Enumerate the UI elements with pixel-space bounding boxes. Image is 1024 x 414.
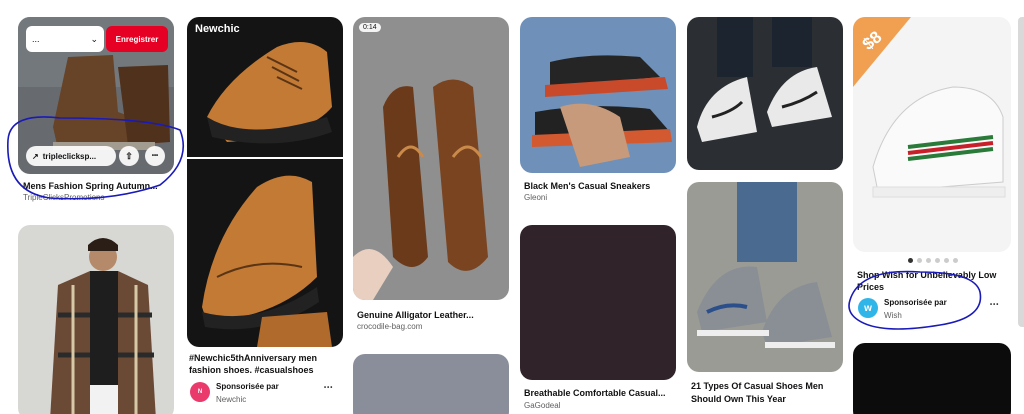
pin-title-line2[interactable]: fashion shoes. #casualshoes <box>189 365 314 376</box>
pin-title[interactable]: Breathable Comfortable Casual... <box>524 388 666 399</box>
share-icon: ⇧ <box>125 150 133 161</box>
newchic-shoes-image <box>187 17 343 347</box>
more-options-button[interactable]: ••• <box>990 302 999 308</box>
advertiser-name[interactable]: Wish <box>884 311 902 320</box>
pin-title[interactable]: Black Men's Casual Sneakers <box>524 181 650 192</box>
pin-source[interactable]: TripleClicksPromotions <box>23 193 105 202</box>
gray-sneakers-image <box>687 182 843 372</box>
pin-dark-placeholder[interactable] <box>520 225 676 380</box>
carousel-dot[interactable] <box>926 258 931 263</box>
pin-placeholder-gray[interactable] <box>353 354 509 414</box>
pin-title-line1[interactable]: 21 Types Of Casual Shoes Men <box>691 381 823 392</box>
sponsored-label: Sponsorisée par <box>884 298 947 307</box>
carousel-dot-active[interactable] <box>908 258 913 263</box>
save-button[interactable]: Enregistrer <box>106 26 168 52</box>
pin-white-nike-sneakers[interactable] <box>687 17 843 170</box>
plaid-coat-image <box>18 225 174 414</box>
pin-title-line2[interactable]: Should Own This Year <box>691 394 786 405</box>
pin-wish-sneakers[interactable]: $8 <box>853 17 1011 252</box>
arrow-up-right-icon: ↗ <box>32 151 39 161</box>
board-select-dropdown[interactable]: ... ⌄ <box>26 26 104 52</box>
carousel-dot[interactable] <box>953 258 958 263</box>
pin-title-line2[interactable]: Prices <box>857 282 884 293</box>
pin-title[interactable]: Mens Fashion Spring Autumn... <box>23 181 158 192</box>
pin-boots-hovered[interactable]: ... ⌄ Enregistrer ↗ tripleclicksp... ⇧ •… <box>18 17 174 174</box>
pin-title-line1[interactable]: #Newchic5thAnniversary men <box>189 353 317 364</box>
white-sneakers-image <box>687 17 843 170</box>
pin-link-button[interactable]: ↗ tripleclicksp... <box>26 146 116 166</box>
loafers-image <box>353 17 509 300</box>
carousel-dot[interactable] <box>935 258 940 263</box>
board-select-value: ... <box>32 34 40 44</box>
brand-watermark: Newchic <box>195 23 240 35</box>
wish-sneakers-image <box>853 17 1011 252</box>
advertiser-name[interactable]: Newchic <box>216 395 246 404</box>
carousel-dot[interactable] <box>917 258 922 263</box>
pin-newchic-shoes[interactable]: Newchic <box>187 17 343 347</box>
chevron-down-icon: ⌄ <box>90 33 98 44</box>
pin-source[interactable]: GaGodeal <box>524 401 560 410</box>
sponsored-label: Sponsorisée par <box>216 382 279 391</box>
pin-title[interactable]: Genuine Alligator Leather... <box>357 310 474 321</box>
pin-link-label: tripleclicksp... <box>42 151 97 161</box>
pin-plaid-coat[interactable] <box>18 225 174 414</box>
pin-source[interactable]: crocodile-bag.com <box>357 322 422 331</box>
pin-black-placeholder[interactable] <box>853 343 1011 414</box>
next-column-edge <box>1018 17 1024 327</box>
advertiser-avatar[interactable]: w <box>858 298 878 318</box>
pin-black-sneakers[interactable] <box>520 17 676 173</box>
more-options-button[interactable]: ••• <box>145 146 165 166</box>
pin-title-line1[interactable]: Shop Wish for Unbelievably Low <box>857 270 996 281</box>
black-sneakers-image <box>520 17 676 173</box>
advertiser-avatar[interactable]: N <box>190 382 210 402</box>
carousel-dot[interactable] <box>944 258 949 263</box>
pin-source[interactable]: Gleoni <box>524 193 547 202</box>
more-options-button[interactable]: ••• <box>324 385 333 391</box>
pin-gray-sneakers[interactable] <box>687 182 843 372</box>
more-icon: ••• <box>151 153 159 159</box>
video-duration-badge: 0:14 <box>359 23 381 32</box>
share-button[interactable]: ⇧ <box>119 146 139 166</box>
pin-alligator-loafers[interactable]: 0:14 <box>353 17 509 300</box>
